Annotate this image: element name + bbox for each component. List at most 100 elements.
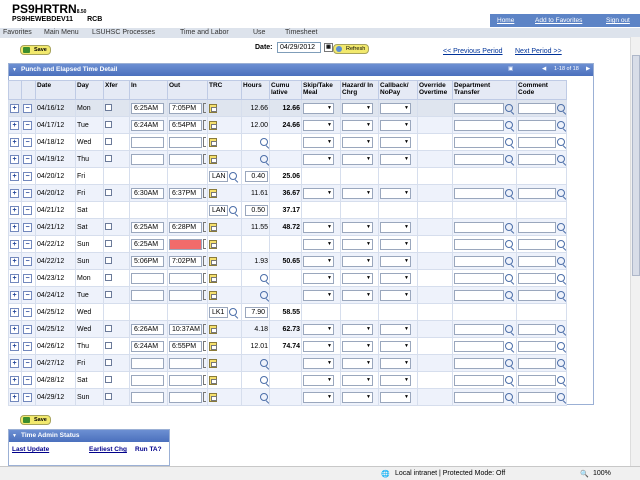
department-cell[interactable] xyxy=(452,354,517,372)
xfer-cell[interactable] xyxy=(103,286,130,304)
department-cell[interactable] xyxy=(452,337,517,355)
department-transfer-input[interactable] xyxy=(454,238,504,250)
callback-select[interactable] xyxy=(380,153,411,165)
delete-cell[interactable]: − xyxy=(21,184,36,202)
department-cell[interactable] xyxy=(452,150,517,168)
punch-detail-icon[interactable] xyxy=(209,188,217,198)
delete-row-button[interactable]: − xyxy=(23,273,32,283)
xfer-cell[interactable] xyxy=(103,235,130,253)
trc-cell[interactable]: LAN xyxy=(207,167,242,185)
callback-select[interactable] xyxy=(380,187,411,199)
save-button-bottom[interactable]: Save xyxy=(20,415,51,425)
delete-cell[interactable]: − xyxy=(21,133,36,151)
callback-select[interactable] xyxy=(380,374,411,386)
delete-cell[interactable]: − xyxy=(21,235,36,253)
in-input[interactable]: 6:24AM xyxy=(131,340,164,352)
comment-cell[interactable] xyxy=(516,388,567,406)
department-lookup-icon[interactable] xyxy=(505,359,513,367)
department-transfer-input[interactable] xyxy=(454,119,504,131)
comment-lookup-icon[interactable] xyxy=(557,342,565,350)
add-row-button[interactable]: + xyxy=(10,392,19,402)
callback-select-cell[interactable] xyxy=(378,337,418,355)
trc-lookup-icon[interactable] xyxy=(229,172,237,180)
comment-code-input[interactable] xyxy=(518,374,556,386)
department-cell[interactable] xyxy=(452,235,517,253)
callback-select-cell[interactable] xyxy=(378,354,418,372)
xfer-cell[interactable] xyxy=(103,184,130,202)
comment-cell[interactable] xyxy=(516,218,567,236)
department-cell[interactable] xyxy=(452,269,517,287)
callback-select[interactable] xyxy=(380,357,411,369)
trc-cell[interactable]: LAN xyxy=(207,201,242,219)
hazard-select[interactable] xyxy=(342,119,373,131)
out-cell[interactable] xyxy=(167,235,208,253)
trc-cell[interactable] xyxy=(207,116,242,134)
in-cell[interactable]: 6:30AM xyxy=(129,184,168,202)
skip-take-meal-select[interactable] xyxy=(303,357,334,369)
out-cell[interactable]: 6:37PM xyxy=(167,184,208,202)
hazard-select-cell[interactable] xyxy=(340,184,379,202)
delete-cell[interactable]: − xyxy=(21,167,36,185)
skip-take-meal-select[interactable] xyxy=(303,136,334,148)
callback-select[interactable] xyxy=(380,323,411,335)
department-transfer-input[interactable] xyxy=(454,187,504,199)
hazard-select[interactable] xyxy=(342,323,373,335)
comment-lookup-icon[interactable] xyxy=(557,240,565,248)
department-cell[interactable] xyxy=(452,184,517,202)
add-row-button[interactable]: + xyxy=(10,256,19,266)
skip-take-meal-select[interactable] xyxy=(303,289,334,301)
hazard-select[interactable] xyxy=(342,136,373,148)
skip-take-meal-select-cell[interactable] xyxy=(301,235,341,253)
skip-take-meal-select[interactable] xyxy=(303,391,334,403)
delete-cell[interactable]: − xyxy=(21,116,36,134)
comment-cell[interactable] xyxy=(516,337,567,355)
xfer-cell[interactable] xyxy=(103,354,130,372)
breadcrumb-use[interactable]: Use xyxy=(253,29,265,36)
out-cell[interactable] xyxy=(167,371,208,389)
comment-lookup-icon[interactable] xyxy=(557,104,565,112)
delete-row-button[interactable]: − xyxy=(23,188,32,198)
trc-lookup-icon[interactable] xyxy=(260,291,268,299)
add-row-button[interactable]: + xyxy=(10,307,19,317)
department-transfer-input[interactable] xyxy=(454,340,504,352)
comment-lookup-icon[interactable] xyxy=(557,121,565,129)
department-lookup-icon[interactable] xyxy=(505,274,513,282)
delete-cell[interactable]: − xyxy=(21,320,36,338)
department-transfer-input[interactable] xyxy=(454,221,504,233)
hazard-select-cell[interactable] xyxy=(340,150,379,168)
comment-code-input[interactable] xyxy=(518,153,556,165)
add-row-button[interactable]: + xyxy=(10,103,19,113)
callback-select[interactable] xyxy=(380,340,411,352)
punch-detail-icon[interactable] xyxy=(209,290,217,300)
trc-cell[interactable] xyxy=(207,218,242,236)
comment-code-input[interactable] xyxy=(518,119,556,131)
xfer-checkbox[interactable] xyxy=(105,290,112,298)
view-all-icon[interactable]: ▣ xyxy=(508,66,513,72)
out-cell[interactable]: 6:55PM xyxy=(167,337,208,355)
delete-cell[interactable]: − xyxy=(21,269,36,287)
add-row-button[interactable]: + xyxy=(10,239,19,249)
hazard-select[interactable] xyxy=(342,153,373,165)
in-input[interactable] xyxy=(131,272,164,284)
hazard-select[interactable] xyxy=(342,340,373,352)
delete-cell[interactable]: − xyxy=(21,371,36,389)
trc-cell[interactable] xyxy=(207,320,242,338)
add-cell[interactable]: + xyxy=(8,150,22,168)
xfer-cell[interactable] xyxy=(103,99,130,117)
xfer-cell[interactable] xyxy=(103,150,130,168)
comment-cell[interactable] xyxy=(516,116,567,134)
delete-row-button[interactable]: − xyxy=(23,392,32,402)
in-cell[interactable] xyxy=(129,286,168,304)
xfer-checkbox[interactable] xyxy=(105,188,112,196)
out-cell[interactable]: 6:28PM xyxy=(167,218,208,236)
department-lookup-icon[interactable] xyxy=(505,104,513,112)
xfer-checkbox[interactable] xyxy=(105,273,112,281)
scroll-thumb[interactable] xyxy=(632,55,640,276)
trc-lookup-icon[interactable] xyxy=(260,359,268,367)
hazard-select-cell[interactable] xyxy=(340,337,379,355)
in-input[interactable] xyxy=(131,136,164,148)
delete-cell[interactable]: − xyxy=(21,150,36,168)
department-cell[interactable] xyxy=(452,371,517,389)
callback-select-cell[interactable] xyxy=(378,99,418,117)
trc-cell[interactable] xyxy=(207,286,242,304)
